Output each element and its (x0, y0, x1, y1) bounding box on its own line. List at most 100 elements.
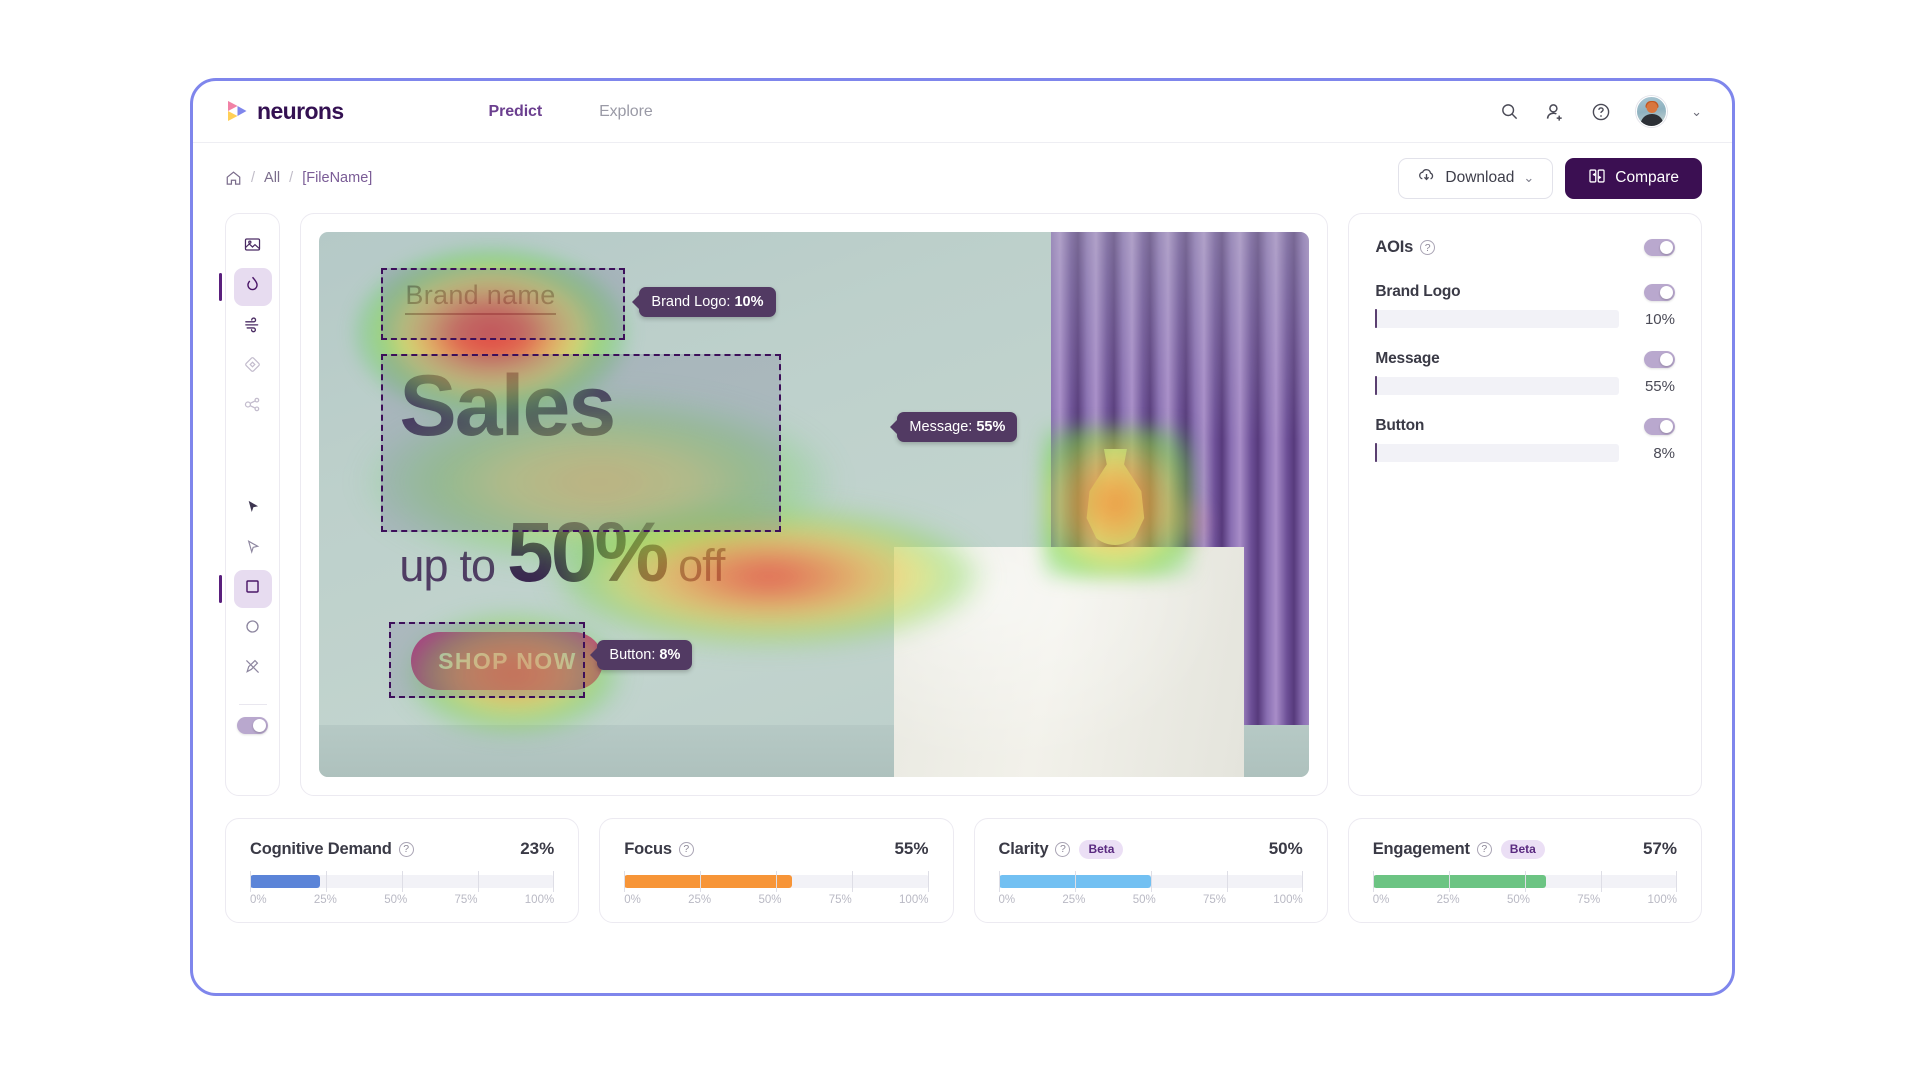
metric-card-cognitive-demand: Cognitive Demand ? 23% 0% 25% 50% 75% 10… (225, 818, 579, 923)
scale-tick: 25% (1062, 894, 1085, 906)
metric-bar: 0% 25% 50% 75% 100% (1373, 875, 1677, 906)
download-button[interactable]: Download ⌄ (1398, 158, 1553, 199)
metric-scale: 0% 25% 50% 75% 100% (999, 894, 1303, 906)
help-circle-icon[interactable]: ? (399, 842, 414, 857)
aoi-toggle-button[interactable] (1644, 418, 1675, 435)
rail-divider (239, 704, 267, 705)
scale-tick: 50% (758, 894, 781, 906)
scale-tick: 25% (314, 894, 337, 906)
metric-fill (250, 875, 320, 888)
metric-value: 23% (520, 839, 554, 859)
breadcrumb-item-all[interactable]: All (264, 170, 280, 186)
aoi-row-button: Button 8% (1375, 417, 1675, 462)
aoi-bar-percent: 8% (1633, 445, 1675, 462)
tool-rectangle-aoi[interactable] (234, 570, 272, 608)
compare-icon (1588, 167, 1606, 190)
aoi-row-brand-logo: Brand Logo 10% (1375, 283, 1675, 328)
aoi-bar-fill (1375, 443, 1377, 462)
metric-header: Focus ? 55% (624, 839, 928, 859)
help-circle-icon[interactable]: ? (1477, 842, 1492, 857)
aoi-panel: AOIs ? Brand Logo 10% Message (1348, 213, 1702, 796)
tooltip-label: Message: (909, 419, 972, 435)
aoi-bar-track (1375, 444, 1619, 462)
avatar-body (1640, 114, 1663, 127)
breadcrumb-separator-1: / (251, 170, 255, 186)
tab-explore[interactable]: Explore (599, 103, 653, 121)
tool-select-cursor[interactable] (234, 490, 272, 528)
creative-preview[interactable]: Brand name Sales up to 50% off SHOP NOW (319, 232, 1309, 777)
tool-flow-view[interactable] (234, 308, 272, 346)
aoi-bar-track (1375, 377, 1619, 395)
scale-tick: 0% (624, 894, 641, 906)
metric-fill (624, 875, 791, 888)
subline-suffix: off (678, 540, 724, 592)
metric-bar: 0% 25% 50% 75% 100% (624, 875, 928, 906)
top-navigation-bar: neurons Predict Explore (193, 81, 1732, 143)
aoi-panel-header: AOIs ? (1375, 238, 1675, 257)
breadcrumb-item-filename[interactable]: [FileName] (302, 170, 372, 186)
help-circle-icon[interactable]: ? (679, 842, 694, 857)
aoi-box-brand-logo[interactable] (381, 268, 625, 340)
tooltip-value: 55% (976, 419, 1005, 435)
aoi-row-header: Brand Logo (1375, 283, 1675, 301)
aoi-row-label: Brand Logo (1375, 283, 1460, 301)
cloud-download-icon (1417, 166, 1436, 190)
aoi-master-toggle[interactable] (1644, 239, 1675, 256)
aoi-row-bar: 10% (1375, 310, 1675, 328)
metric-title: Clarity (999, 840, 1049, 859)
tool-ellipse-aoi[interactable] (234, 610, 272, 648)
search-icon[interactable] (1498, 101, 1520, 123)
aoi-box-message[interactable] (381, 354, 781, 532)
scale-tick: 25% (1437, 894, 1460, 906)
aoi-row-message: Message 55% (1375, 350, 1675, 395)
aoi-box-button[interactable] (389, 622, 585, 698)
tool-focus-view[interactable] (234, 348, 272, 386)
help-circle-icon[interactable]: ? (1055, 842, 1070, 857)
aoi-toggle-message[interactable] (1644, 351, 1675, 368)
tool-polygon-aoi[interactable] (234, 650, 272, 688)
compare-button[interactable]: Compare (1565, 158, 1702, 199)
tool-rail (225, 213, 280, 796)
tool-image-view[interactable] (234, 228, 272, 266)
aoi-tooltip-brand-logo: Brand Logo: 10% (639, 287, 775, 317)
breadcrumb-separator-2: / (289, 170, 293, 186)
metric-fill (1373, 875, 1546, 888)
beta-badge: Beta (1079, 840, 1123, 859)
scale-tick: 75% (454, 894, 477, 906)
tab-predict[interactable]: Predict (489, 103, 543, 121)
chevron-down-icon[interactable]: ⌄ (1691, 104, 1702, 120)
download-label: Download (1445, 169, 1514, 187)
help-circle-icon[interactable] (1590, 101, 1612, 123)
tool-pointer-cursor[interactable] (234, 530, 272, 568)
home-icon[interactable] (225, 170, 242, 187)
creative-podium (894, 547, 1244, 777)
rail-toggle[interactable] (237, 717, 268, 734)
scale-tick: 75% (829, 894, 852, 906)
aoi-bar-fill (1375, 376, 1377, 395)
metric-title: Engagement (1373, 840, 1470, 859)
metric-fill (999, 875, 1151, 888)
circle-icon (243, 617, 262, 641)
cursor-outline-icon (244, 538, 262, 561)
tooltip-value: 10% (734, 294, 763, 310)
wind-icon (243, 315, 262, 339)
breadcrumb: / All / [FileName] (225, 170, 372, 187)
aoi-row-bar: 8% (1375, 444, 1675, 462)
aoi-row-bar: 55% (1375, 377, 1675, 395)
avatar[interactable] (1636, 96, 1667, 127)
tool-heatmap-view[interactable] (234, 268, 272, 306)
cursor-filled-icon (244, 498, 262, 521)
metric-header: Clarity ? Beta 50% (999, 839, 1303, 859)
metric-title: Focus (624, 840, 672, 859)
aoi-row-label: Message (1375, 350, 1439, 368)
brand-logo[interactable]: neurons (225, 98, 344, 125)
metric-value: 50% (1269, 839, 1303, 859)
aoi-tooltip-message: Message: 55% (897, 412, 1017, 442)
aoi-bar-percent: 55% (1633, 378, 1675, 395)
aoi-toggle-brand-logo[interactable] (1644, 284, 1675, 301)
tool-nodes-view[interactable] (234, 388, 272, 426)
scale-tick: 25% (688, 894, 711, 906)
add-user-icon[interactable] (1544, 101, 1566, 123)
subline-prefix: up (399, 540, 447, 592)
help-circle-icon[interactable]: ? (1420, 240, 1435, 255)
